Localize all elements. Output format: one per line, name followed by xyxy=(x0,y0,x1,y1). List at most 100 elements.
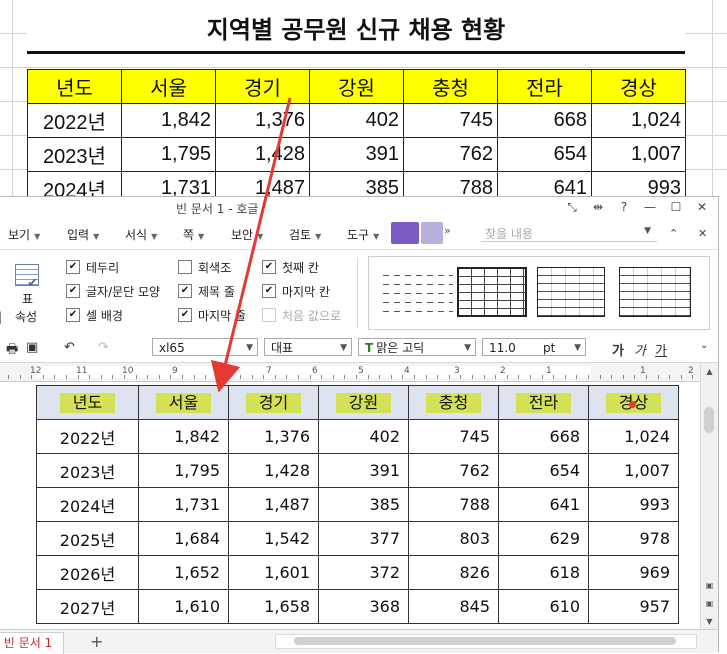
print-icon[interactable]: 🖶 xyxy=(6,340,18,362)
table-row[interactable]: 2027년 1,610 1,658 368 845 610 957 xyxy=(36,589,679,624)
expand-toolbar-icon[interactable]: ⌄ xyxy=(700,340,708,351)
help-icon[interactable]: ? xyxy=(616,200,632,215)
table-row[interactable]: 2023년 1,795 1,428 391 762 654 1,007 xyxy=(36,453,679,488)
bold-button[interactable]: 가 xyxy=(612,340,624,359)
italic-button[interactable]: 가 xyxy=(634,340,646,359)
table-cell[interactable]: 2023년 xyxy=(36,453,139,488)
table-layout-tab-icon[interactable] xyxy=(421,222,443,244)
table-cell[interactable]: 803 xyxy=(408,521,499,556)
horizontal-ruler[interactable]: 12 11 10 9 8 7 6 5 4 3 2 1 1 2 xyxy=(0,363,700,382)
table-cell[interactable]: 377 xyxy=(318,521,409,556)
table-cell[interactable]: 618 xyxy=(498,555,589,590)
table-cell[interactable]: 2022년 xyxy=(36,419,139,454)
scroll-down-icon[interactable]: ▼ xyxy=(703,617,716,626)
checkbox[interactable]: ✔ xyxy=(66,260,80,274)
table-cell[interactable]: 368 xyxy=(318,589,409,624)
table-cell[interactable]: 978 xyxy=(588,521,679,556)
table-cell[interactable]: 1,731 xyxy=(138,487,229,522)
table-cell[interactable]: 1,428 xyxy=(228,453,319,488)
search-input[interactable]: 찾을 내용 ▼ xyxy=(481,223,657,242)
table-cell[interactable]: 969 xyxy=(588,555,679,590)
page-nav-icon[interactable]: ▣ xyxy=(703,581,716,590)
table-cell[interactable]: 2024년 xyxy=(36,487,139,522)
table-cell[interactable]: 1,376 xyxy=(228,419,319,454)
table-cell[interactable]: 391 xyxy=(318,453,409,488)
table-cell[interactable]: 1,652 xyxy=(138,555,229,590)
menu-format[interactable]: 서식 ▼ xyxy=(125,226,157,243)
table-cell[interactable]: 2027년 xyxy=(36,589,139,624)
table-cell[interactable]: 641 xyxy=(498,487,589,522)
table-cell[interactable]: 788 xyxy=(408,487,499,522)
header-cell[interactable]: 경기 xyxy=(228,385,319,420)
close-button[interactable]: ✕ xyxy=(694,200,710,215)
split-icon[interactable]: ⇹ xyxy=(590,200,606,215)
page-nav-icon[interactable]: ▣ xyxy=(703,599,716,608)
add-tab-button[interactable]: + xyxy=(90,632,103,651)
table-cell[interactable]: 668 xyxy=(498,419,589,454)
table-cell[interactable]: 402 xyxy=(318,419,409,454)
table-row[interactable]: 2024년 1,731 1,487 385 788 641 993 xyxy=(36,487,679,522)
table-cell[interactable]: 372 xyxy=(318,555,409,590)
menu-tools[interactable]: 도구 ▼ xyxy=(347,226,379,243)
header-cell[interactable]: 강원 xyxy=(318,385,409,420)
horizontal-scrollbar[interactable] xyxy=(275,634,697,649)
table-design-tab-icon[interactable] xyxy=(391,222,419,244)
minimize-button[interactable]: — xyxy=(642,200,658,215)
checkbox[interactable] xyxy=(178,260,192,274)
table-cell[interactable]: 762 xyxy=(408,453,499,488)
table-style-gallery[interactable] xyxy=(368,256,710,330)
hangul-table[interactable]: 년도서울경기강원충청전라경상2022년1,8421,3764027456681,… xyxy=(36,385,679,624)
table-cell[interactable]: 1,610 xyxy=(138,589,229,624)
table-style-dashed[interactable] xyxy=(383,267,453,315)
table-header-row[interactable]: 년도서울경기강원충청전라경상 xyxy=(36,385,679,420)
table-style-grid[interactable] xyxy=(457,267,527,317)
table-cell[interactable]: 1,024 xyxy=(588,419,679,454)
scroll-thumb[interactable] xyxy=(294,637,676,645)
table-cell[interactable]: 2025년 xyxy=(36,521,139,556)
checkbox[interactable]: ✔ xyxy=(178,284,192,298)
table-cell[interactable]: 1,007 xyxy=(588,453,679,488)
checkbox[interactable]: ✔ xyxy=(262,284,276,298)
underline-button[interactable]: 가 xyxy=(655,340,667,359)
table-cell[interactable]: 993 xyxy=(588,487,679,522)
checkbox[interactable]: ✔ xyxy=(66,284,80,298)
redo-icon[interactable]: ↷ xyxy=(98,340,109,355)
menu-page[interactable]: 쪽 ▼ xyxy=(183,226,204,243)
table-cell[interactable]: 2026년 xyxy=(36,555,139,590)
table-cell[interactable]: 957 xyxy=(588,589,679,624)
table-cell[interactable]: 1,601 xyxy=(228,555,319,590)
table-cell[interactable]: 385 xyxy=(318,487,409,522)
table-row[interactable]: 2025년 1,684 1,542 377 803 629 978 xyxy=(36,521,679,556)
checkbox[interactable]: ✔ xyxy=(66,308,80,322)
maximize-button[interactable]: ☐ xyxy=(668,200,684,215)
table-cell[interactable]: 1,842 xyxy=(138,419,229,454)
table-cell[interactable]: 1,658 xyxy=(228,589,319,624)
checkbox[interactable]: ✔ xyxy=(262,260,276,274)
table-row[interactable]: 2026년 1,652 1,601 372 826 618 969 xyxy=(36,555,679,590)
table-cell[interactable]: 1,684 xyxy=(138,521,229,556)
menu-insert[interactable]: 입력 ▼ xyxy=(67,226,99,243)
table-cell[interactable]: 745 xyxy=(408,419,499,454)
menu-security[interactable]: 보안 ▼ xyxy=(231,226,263,243)
menu-review[interactable]: 검토 ▼ xyxy=(289,226,321,243)
fullscreen-icon[interactable]: ⤡ xyxy=(564,200,580,215)
style-select[interactable]: xl65 ▼ xyxy=(152,338,258,356)
header-cell[interactable]: 전라 xyxy=(498,385,589,420)
table-cell[interactable]: 845 xyxy=(408,589,499,624)
table-row[interactable]: 2022년 1,842 1,376 402 745 668 1,024 xyxy=(36,419,679,454)
header-cell[interactable]: 충청 xyxy=(408,385,499,420)
table-cell[interactable]: 654 xyxy=(498,453,589,488)
header-cell[interactable]: 서울 xyxy=(138,385,229,420)
scroll-thumb[interactable] xyxy=(704,407,714,433)
save-icon[interactable]: ▣ xyxy=(26,340,38,355)
table-cell[interactable]: 1,795 xyxy=(138,453,229,488)
table-cell[interactable]: 1,542 xyxy=(228,521,319,556)
table-style-grid-2[interactable] xyxy=(537,267,605,317)
checkbox[interactable]: ✔ xyxy=(178,308,192,322)
vertical-scrollbar[interactable]: ▲ ▣ ▣ ▼ xyxy=(700,363,718,629)
table-cell[interactable]: 1,487 xyxy=(228,487,319,522)
scroll-up-icon[interactable]: ▲ xyxy=(703,367,716,376)
font-select[interactable]: T 맑은 고딕 ▼ xyxy=(358,338,476,356)
table-cell[interactable]: 826 xyxy=(408,555,499,590)
table-style-grid-3[interactable] xyxy=(619,267,691,317)
